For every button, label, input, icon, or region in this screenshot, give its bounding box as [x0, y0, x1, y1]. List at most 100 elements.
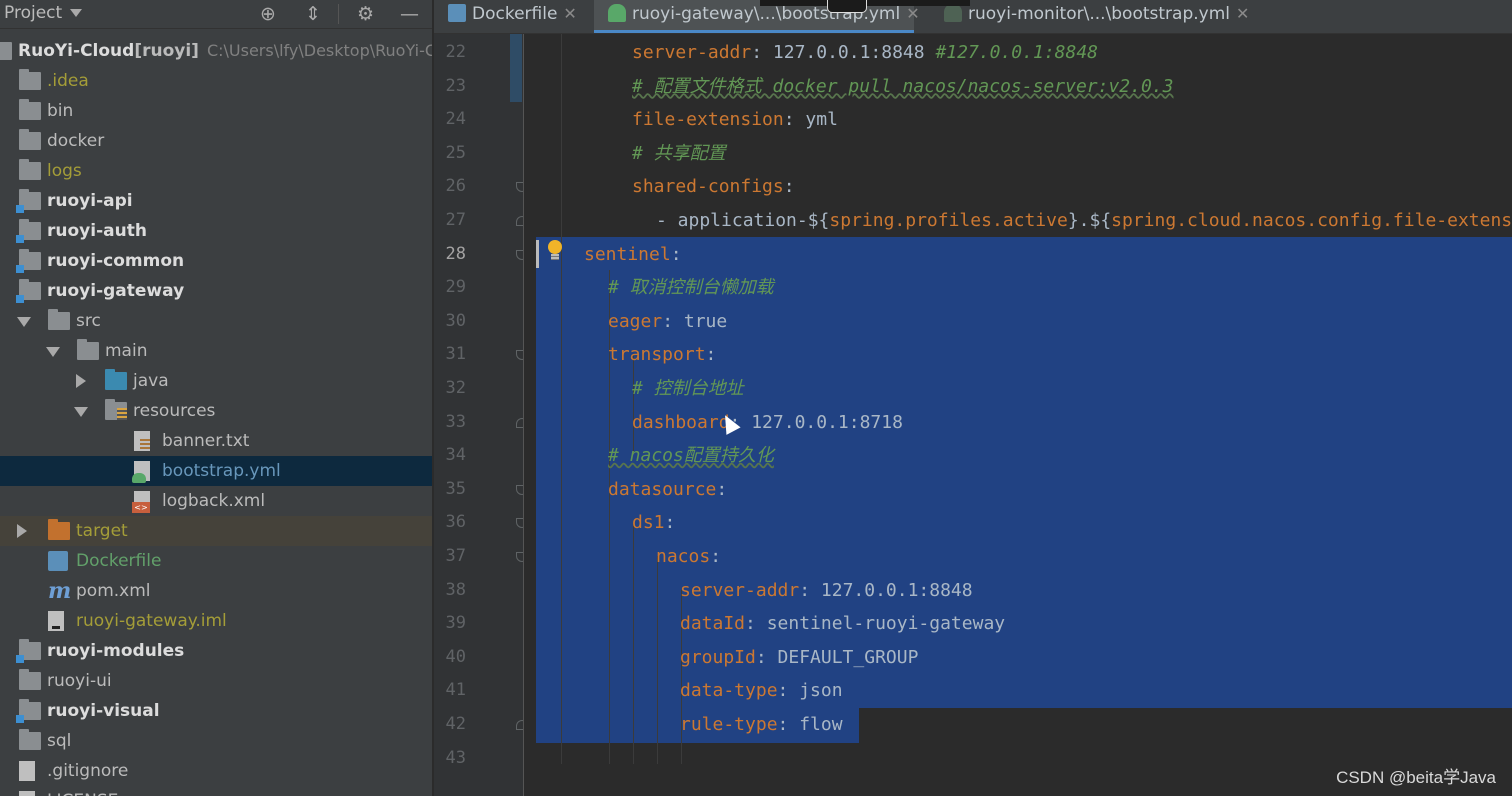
chevron-right-icon[interactable]	[76, 374, 86, 388]
tree-item[interactable]: sql	[0, 726, 432, 756]
yaml-value: : 127.0.0.1:8848	[751, 42, 936, 63]
collapse-all-icon[interactable]: ⇕	[305, 2, 321, 26]
tree-item-label: .idea	[47, 71, 89, 91]
tree-item[interactable]: ruoyi-gateway.iml	[0, 606, 432, 636]
folder-icon	[19, 129, 41, 150]
project-view-dropdown[interactable]: Project	[4, 3, 62, 23]
yaml-key: eager	[608, 310, 663, 332]
tree-item[interactable]: RuoYi-Cloud[ruoyi] C:\Users\lfy\Desktop\R…	[0, 36, 432, 66]
line-number: 32	[445, 378, 466, 398]
line-number: 43	[445, 747, 466, 768]
yaml-value: : 127.0.0.1:8718	[729, 411, 903, 433]
tree-item-label: java	[133, 371, 169, 391]
module-icon	[16, 189, 41, 213]
yaml-icon	[608, 4, 626, 22]
yaml-value: : json	[777, 680, 843, 702]
tree-item[interactable]: m pom.xml	[0, 576, 432, 606]
line-number: 39	[445, 613, 466, 634]
line-number: 25	[445, 142, 466, 163]
tree-item-label: bootstrap.yml	[162, 461, 281, 481]
line-number: 42	[445, 714, 466, 734]
code-line: nacos:	[656, 540, 721, 574]
code-line: datasource:	[608, 473, 727, 507]
tree-item[interactable]: ruoyi-api	[0, 186, 432, 216]
yaml-key: transport	[608, 344, 706, 366]
tree-item[interactable]: .gitignore	[0, 756, 432, 786]
close-icon[interactable]: ✕	[906, 4, 919, 23]
tree-item[interactable]: main	[0, 336, 432, 366]
close-icon[interactable]: ✕	[1236, 4, 1249, 23]
tree-item[interactable]: docker	[0, 126, 432, 156]
yaml-comment: # nacos配置持久化	[608, 445, 774, 467]
tree-item-label: main	[105, 341, 148, 361]
gitignore-file-icon	[19, 761, 35, 781]
text-file-icon	[134, 431, 150, 451]
tree-item[interactable]: ruoyi-ui	[0, 666, 432, 696]
line-number: 30	[445, 310, 466, 331]
project-panel-header: Project ⊕ ⇕ ⚙ —	[0, 0, 432, 29]
code-editor[interactable]: server-addr: 127.0.0.1:8848 #127.0.0.1:8…	[524, 34, 1512, 796]
tree-item-label: ruoyi-ui	[47, 671, 112, 691]
locate-icon[interactable]: ⊕	[260, 2, 276, 26]
tree-item-label: docker	[47, 131, 105, 151]
close-icon[interactable]: ✕	[563, 4, 576, 23]
tree-item[interactable]: target	[0, 516, 432, 546]
tree-item[interactable]: ruoyi-common	[0, 246, 432, 276]
code-line: # nacos配置持久化	[608, 439, 774, 473]
code-line: # 取消控制台懒加载	[608, 271, 774, 305]
yaml-key: server-addr	[632, 42, 752, 63]
tree-item[interactable]: bootstrap.yml	[0, 456, 432, 486]
tree-item[interactable]: banner.txt	[0, 426, 432, 456]
tree-item[interactable]: resources	[0, 396, 432, 426]
module-icon	[16, 279, 41, 303]
tree-item-label: pom.xml	[76, 581, 151, 601]
tree-item[interactable]: src	[0, 306, 432, 336]
code-line: file-extension: yml	[632, 103, 838, 137]
source-folder-icon	[105, 369, 127, 390]
code-line: dataId: sentinel-ruoyi-gateway	[680, 607, 1005, 641]
tree-item[interactable]: logback.xml	[0, 486, 432, 516]
tree-item[interactable]: ruoyi-gateway	[0, 276, 432, 306]
line-number: 26	[445, 176, 466, 197]
tab-dockerfile[interactable]: Dockerfile ✕	[448, 0, 577, 33]
folder-icon	[19, 729, 41, 750]
yaml-value: :	[664, 512, 676, 534]
code-line: rule-type: flow	[680, 708, 843, 742]
tree-item[interactable]: .idea	[0, 66, 432, 96]
yaml-key: ds1	[632, 512, 665, 534]
code-line: # 配置文件格式 docker pull nacos/nacos-server:…	[632, 70, 1173, 104]
chevron-down-icon[interactable]	[70, 9, 82, 17]
maven-icon: m	[48, 578, 72, 604]
code-line: ds1:	[632, 506, 675, 540]
tree-item-label: .gitignore	[47, 761, 129, 781]
yaml-value: }.${	[1067, 210, 1112, 231]
tree-item[interactable]: ruoyi-modules	[0, 636, 432, 666]
tree-item[interactable]: ruoyi-visual	[0, 696, 432, 726]
tab-monitor-bootstrap[interactable]: ruoyi-monitor\...\bootstrap.yml ✕	[944, 0, 1249, 33]
code-line: transport:	[608, 338, 716, 372]
tree-item[interactable]: logs	[0, 156, 432, 186]
folder-icon	[77, 339, 99, 360]
module-icon	[16, 639, 41, 663]
tree-item[interactable]: bin	[0, 96, 432, 126]
tree-item[interactable]: java	[0, 366, 432, 396]
tree-item[interactable]: ruoyi-auth	[0, 216, 432, 246]
chevron-down-icon[interactable]	[74, 407, 88, 417]
chevron-down-icon[interactable]	[46, 347, 60, 357]
tree-item[interactable]: Dockerfile	[0, 546, 432, 576]
resources-folder-icon	[105, 399, 127, 420]
tree-item-label: ruoyi-gateway	[47, 281, 185, 301]
yaml-key: nacos	[656, 546, 711, 567]
chevron-down-icon[interactable]	[17, 317, 31, 327]
tree-item-label: src	[76, 311, 101, 331]
tree-item[interactable]: LICENSE	[0, 786, 432, 796]
line-number: 38	[445, 579, 466, 600]
gear-icon[interactable]: ⚙	[357, 2, 374, 26]
code-line: server-addr: 127.0.0.1:8848 #127.0.0.1:8…	[632, 36, 1098, 70]
lightbulb-icon[interactable]	[546, 240, 564, 262]
chevron-right-icon[interactable]	[17, 524, 27, 538]
code-line: dashboard: 127.0.0.1:8718	[632, 406, 903, 440]
yaml-value: : flow	[777, 714, 843, 735]
minimize-icon[interactable]: —	[400, 2, 419, 26]
yaml-comment: # 配置文件格式 docker pull nacos/nacos-server:…	[632, 75, 1174, 97]
